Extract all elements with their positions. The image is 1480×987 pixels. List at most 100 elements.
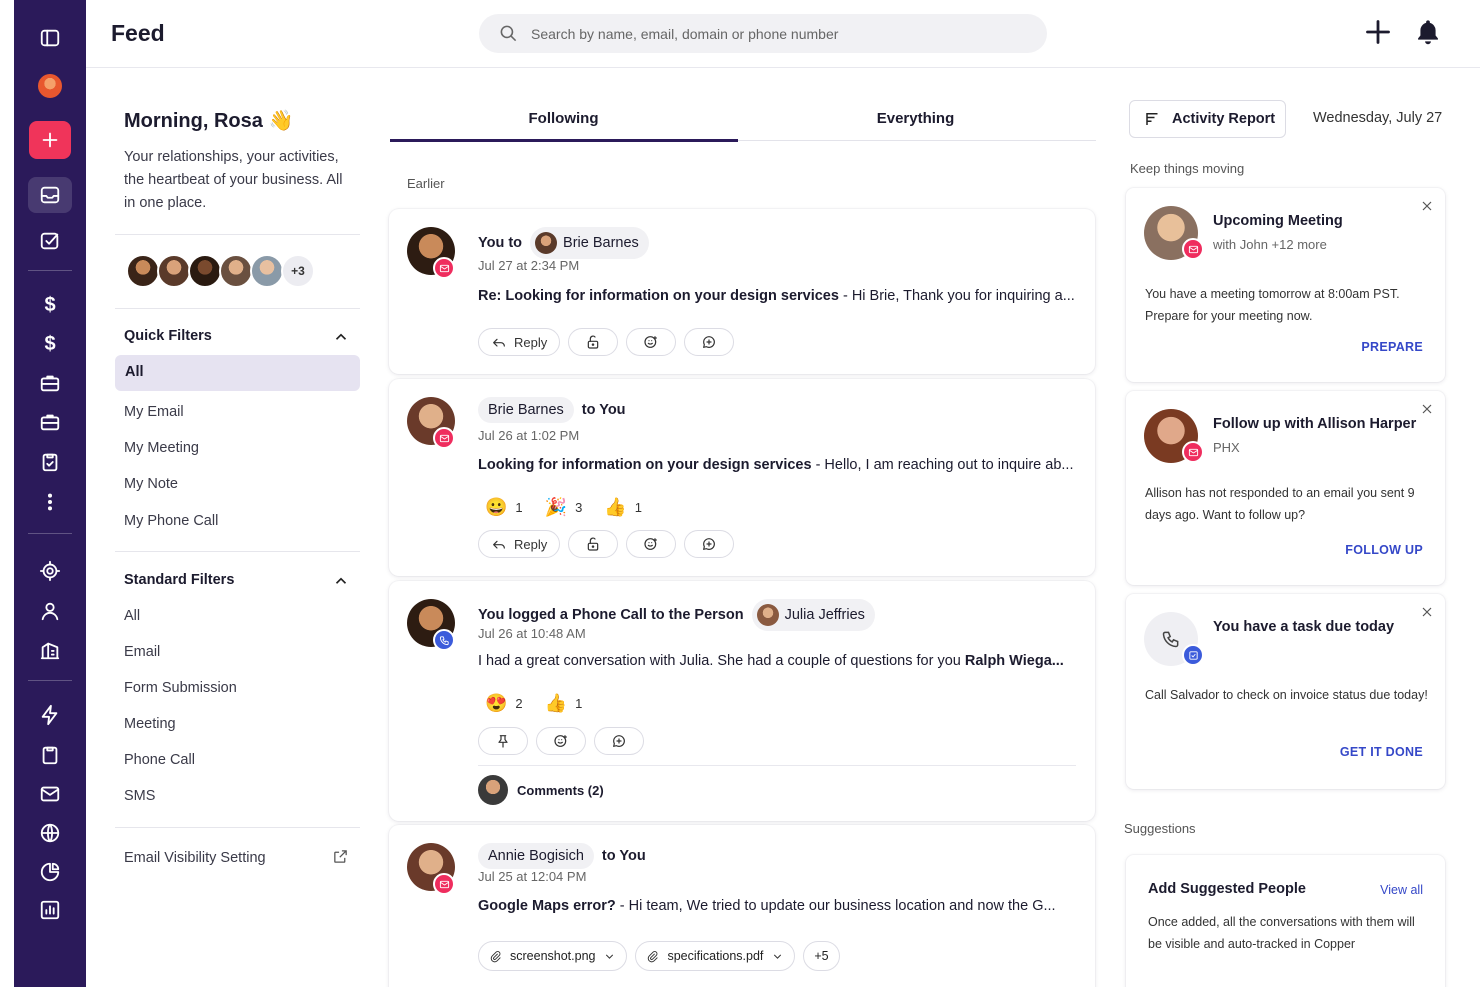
reaction[interactable]: 👍 1: [545, 693, 583, 714]
standard-filter-meeting[interactable]: Meeting: [124, 716, 176, 732]
avatar-more-count[interactable]: +3: [281, 254, 315, 288]
quick-filter-my-phone-call[interactable]: My Phone Call: [124, 513, 218, 529]
avatar: [219, 254, 253, 288]
clipboard-check-icon[interactable]: [28, 444, 72, 480]
reply-icon: [493, 540, 505, 549]
quick-filter-my-meeting[interactable]: My Meeting: [124, 440, 199, 456]
page-title: Feed: [111, 20, 165, 46]
bar-chart-icon[interactable]: [28, 892, 72, 928]
call-note[interactable]: I had a great conversation with Julia. S…: [478, 653, 1078, 669]
person-chip[interactable]: Annie Bogisich: [478, 843, 594, 869]
standard-filter-form-submission[interactable]: Form Submission: [124, 680, 237, 696]
add-emoji-icon: [644, 336, 658, 348]
more-vertical-icon[interactable]: [28, 484, 72, 520]
attachment-chip[interactable]: screenshot.png: [478, 941, 628, 971]
user-avatar[interactable]: [28, 68, 72, 104]
paperclip-icon: [648, 950, 659, 962]
target-icon[interactable]: [28, 553, 72, 589]
card-subtitle: PHX: [1213, 440, 1240, 455]
add-reaction-button[interactable]: [626, 328, 677, 356]
reply-button[interactable]: Reply: [478, 530, 561, 558]
sidebar-toggle-icon[interactable]: [28, 20, 72, 56]
standard-filter-sms[interactable]: SMS: [124, 788, 155, 804]
notification-bell-icon[interactable]: [1414, 18, 1442, 46]
feed-item[interactable]: You logged a Phone Call to the Person Ju…: [389, 581, 1095, 821]
reply-label: Reply: [514, 536, 548, 552]
add-comment-button[interactable]: [594, 727, 644, 755]
email-preview[interactable]: Re: Looking for information on your desi…: [478, 288, 1078, 304]
reaction[interactable]: 😀 1: [485, 497, 523, 518]
email-preview[interactable]: Looking for information on your design s…: [478, 457, 1078, 473]
activity-report-button[interactable]: Activity Report: [1129, 100, 1286, 138]
close-icon[interactable]: [1419, 198, 1435, 214]
reaction[interactable]: 👍 1: [604, 497, 642, 518]
email-preview[interactable]: Google Maps error? - Hi team, We tried t…: [478, 898, 1078, 914]
comments-toggle[interactable]: Comments (2): [478, 775, 604, 805]
dollar-icon[interactable]: $: [28, 326, 72, 362]
quick-filter-my-email[interactable]: My Email: [124, 404, 184, 420]
tab-everything[interactable]: Everything: [742, 110, 1089, 127]
quick-filter-all[interactable]: All: [115, 355, 360, 391]
mail-icon[interactable]: [28, 776, 72, 812]
feed-item[interactable]: Annie Bogisich to You Jul 25 at 12:04 PM…: [389, 825, 1095, 987]
greeting: Morning, Rosa 👋: [124, 110, 294, 132]
close-icon[interactable]: [1419, 604, 1435, 620]
create-new-button[interactable]: [29, 121, 71, 159]
person-chip[interactable]: Julia Jeffries: [751, 599, 875, 631]
feed-item[interactable]: Brie Barnes to You Jul 26 at 1:02 PM Loo…: [389, 379, 1095, 576]
pie-chart-icon[interactable]: [28, 854, 72, 890]
building-icon[interactable]: [28, 632, 72, 668]
chevron-up-icon[interactable]: [332, 328, 350, 346]
external-link-icon[interactable]: [332, 848, 349, 865]
view-all-link[interactable]: View all: [1380, 883, 1423, 897]
timestamp: Jul 25 at 12:04 PM: [478, 869, 587, 884]
quick-filter-my-note[interactable]: My Note: [124, 476, 178, 492]
get-it-done-button[interactable]: GET IT DONE: [1340, 745, 1423, 759]
briefcase-icon[interactable]: [28, 365, 72, 401]
add-reaction-button[interactable]: [626, 530, 677, 558]
card-title: You have a task due today: [1213, 619, 1395, 635]
upcoming-meeting-card: Upcoming Meeting with John +12 more You …: [1126, 188, 1445, 382]
standard-filter-all[interactable]: All: [124, 608, 140, 624]
pin-button[interactable]: [478, 727, 528, 755]
add-comment-button[interactable]: [684, 328, 735, 356]
reaction[interactable]: 😍 2: [485, 693, 523, 714]
inbox-icon[interactable]: [28, 177, 72, 213]
report-icon: [1146, 113, 1158, 125]
briefcase-icon[interactable]: [28, 404, 72, 440]
more-attachments[interactable]: +5: [803, 941, 840, 971]
search-bar[interactable]: [479, 14, 1047, 53]
attachment-chip[interactable]: specifications.pdf: [635, 941, 796, 971]
add-icon[interactable]: [1364, 18, 1392, 46]
feed-item[interactable]: You to Brie Barnes Jul 27 at 2:34 PM Re:…: [389, 209, 1095, 374]
top-header: Feed: [86, 0, 1480, 68]
reaction[interactable]: 🎉 3: [545, 497, 583, 518]
close-icon[interactable]: [1419, 401, 1435, 417]
person-name: Brie Barnes: [563, 235, 639, 251]
search-input[interactable]: [531, 14, 1031, 53]
email-visibility-setting-link[interactable]: Email Visibility Setting: [124, 850, 266, 866]
prepare-button[interactable]: PREPARE: [1361, 340, 1423, 354]
dollar-icon[interactable]: $: [28, 287, 72, 323]
paperclip-icon: [490, 950, 501, 962]
lock-button[interactable]: [568, 328, 619, 356]
add-comment-button[interactable]: [684, 530, 735, 558]
add-reaction-button[interactable]: [536, 727, 586, 755]
person-chip[interactable]: Brie Barnes: [530, 227, 649, 259]
bolt-icon[interactable]: [28, 697, 72, 733]
email-icon: [433, 427, 455, 449]
globe-icon[interactable]: [28, 815, 72, 851]
chevron-up-icon[interactable]: [332, 572, 350, 590]
follow-up-button[interactable]: FOLLOW UP: [1345, 543, 1423, 557]
clipboard-icon[interactable]: [28, 737, 72, 773]
tab-following[interactable]: Following: [390, 110, 737, 127]
person-icon[interactable]: [28, 593, 72, 629]
reply-button[interactable]: Reply: [478, 328, 561, 356]
feed-item-suffix: to You: [601, 848, 646, 864]
lock-button[interactable]: [568, 530, 619, 558]
tasks-icon[interactable]: [28, 223, 72, 259]
standard-filter-email[interactable]: Email: [124, 644, 160, 660]
person-chip[interactable]: Brie Barnes: [478, 397, 574, 423]
avatar-group[interactable]: +3: [126, 254, 315, 288]
standard-filter-phone-call[interactable]: Phone Call: [124, 752, 195, 768]
